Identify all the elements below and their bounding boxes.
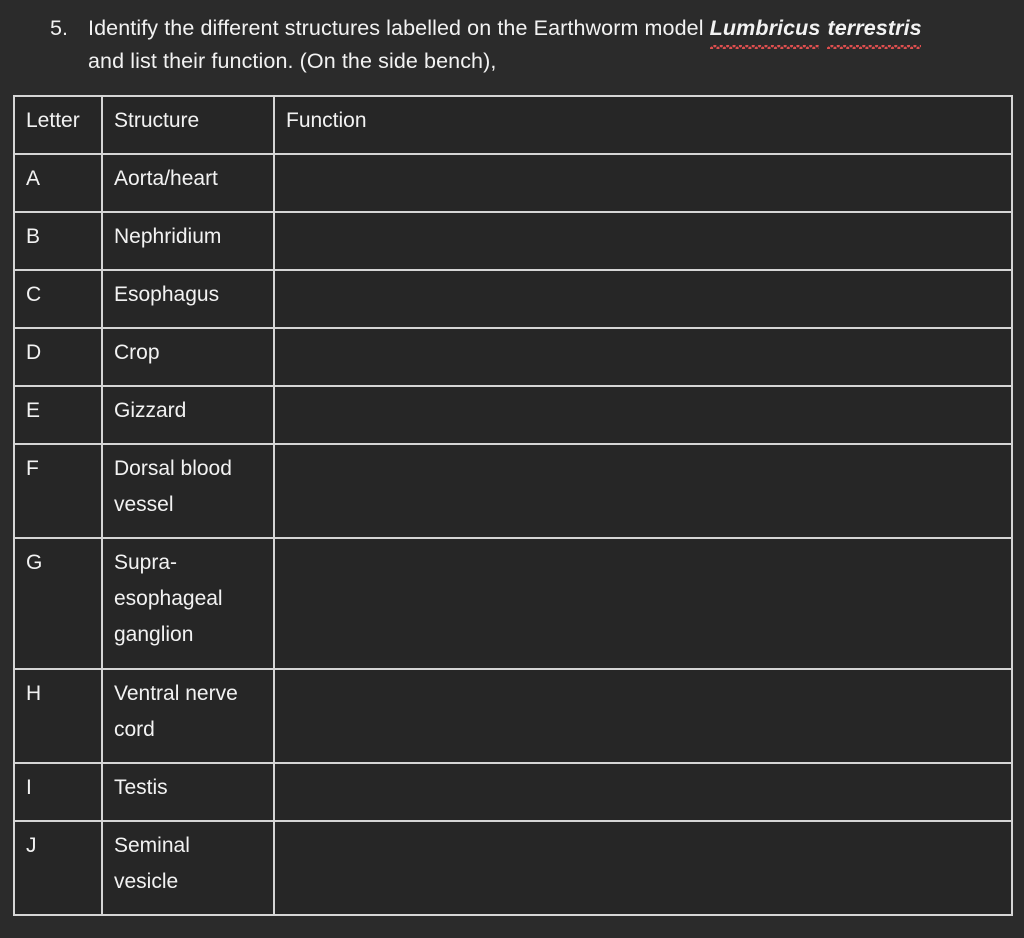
row-structure-a: Aorta/heart [101,153,275,213]
row-structure-i: Testis [101,762,275,822]
row-letter-a: A [13,153,103,213]
row-structure-h: Ventral nerve cord [101,668,275,764]
row-letter-i: I [13,762,103,822]
row-letter-e: E [13,385,103,445]
table-row: I Testis [13,762,1013,822]
structure-label: Dorsal blood vessel [114,457,232,516]
row-function-d[interactable] [273,327,1013,387]
structure-label: Crop [114,341,160,364]
table-row: F Dorsal blood vessel [13,443,1013,539]
row-structure-c: Esophagus [101,269,275,329]
column-header-function: Function [273,95,1013,155]
table-row: B Nephridium [13,211,1013,271]
table-row: H Ventral nerve cord [13,668,1013,764]
row-function-j[interactable] [273,820,1013,916]
question-line-1-text: Identify the different structures labell… [88,16,710,40]
row-structure-e: Gizzard [101,385,275,445]
row-function-e[interactable] [273,385,1013,445]
structure-label: Aorta/heart [114,167,218,190]
structure-label: Seminal vesicle [114,834,190,893]
row-function-a[interactable] [273,153,1013,213]
species-genus: Lumbricus [709,12,821,49]
worksheet-page: 5. Identify the different structures labe… [0,0,1024,938]
table-row: A Aorta/heart [13,153,1013,213]
species-epithet: terrestris [827,12,922,49]
table-body: A Aorta/heart B Nephridium C Esophagus D… [13,153,1013,916]
table-row: D Crop [13,327,1013,387]
row-function-b[interactable] [273,211,1013,271]
structure-label: Gizzard [114,399,187,422]
row-structure-f: Dorsal blood vessel [101,443,275,539]
structure-label: Esophagus [114,283,220,306]
structure-label: Supra- esophageal ganglion [114,551,223,646]
row-letter-c: C [13,269,103,329]
row-structure-j: Seminal vesicle [101,820,275,916]
question-line-1-body: Identify the different structures labell… [88,12,922,49]
row-function-g[interactable] [273,537,1013,670]
row-letter-f: F [13,443,103,539]
question-line-1: 5. Identify the different structures labe… [50,12,1010,49]
question-block: 5. Identify the different structures labe… [50,12,1010,78]
row-structure-g: Supra- esophageal ganglion [101,537,275,670]
table-row: E Gizzard [13,385,1013,445]
row-function-f[interactable] [273,443,1013,539]
table-row: J Seminal vesicle [13,820,1013,916]
row-function-h[interactable] [273,668,1013,764]
row-letter-g: G [13,537,103,670]
structure-label: Nephridium [114,225,222,248]
row-function-i[interactable] [273,762,1013,822]
table-row: C Esophagus [13,269,1013,329]
row-function-c[interactable] [273,269,1013,329]
structures-table-wrapper: Letter Structure Function A Aorta/heart … [13,95,1013,916]
structure-label: Testis [114,776,168,799]
row-structure-b: Nephridium [101,211,275,271]
table-row: G Supra- esophageal ganglion [13,537,1013,670]
question-line-2-text: and list their function. (On the side be… [88,49,497,73]
row-letter-b: B [13,211,103,271]
question-number: 5. [50,16,69,40]
structures-table: Letter Structure Function A Aorta/heart … [13,95,1013,916]
column-header-letter: Letter [13,95,103,155]
row-letter-h: H [13,668,103,764]
row-letter-d: D [13,327,103,387]
structure-label: Ventral nerve cord [114,682,238,741]
species-name-italic: Lumbricus terrestris [709,12,922,49]
table-header-row: Letter Structure Function [13,95,1013,155]
row-letter-j: J [13,820,103,916]
row-structure-d: Crop [101,327,275,387]
question-line-2: and list their function. (On the side be… [50,45,1010,78]
column-header-structure: Structure [101,95,275,155]
